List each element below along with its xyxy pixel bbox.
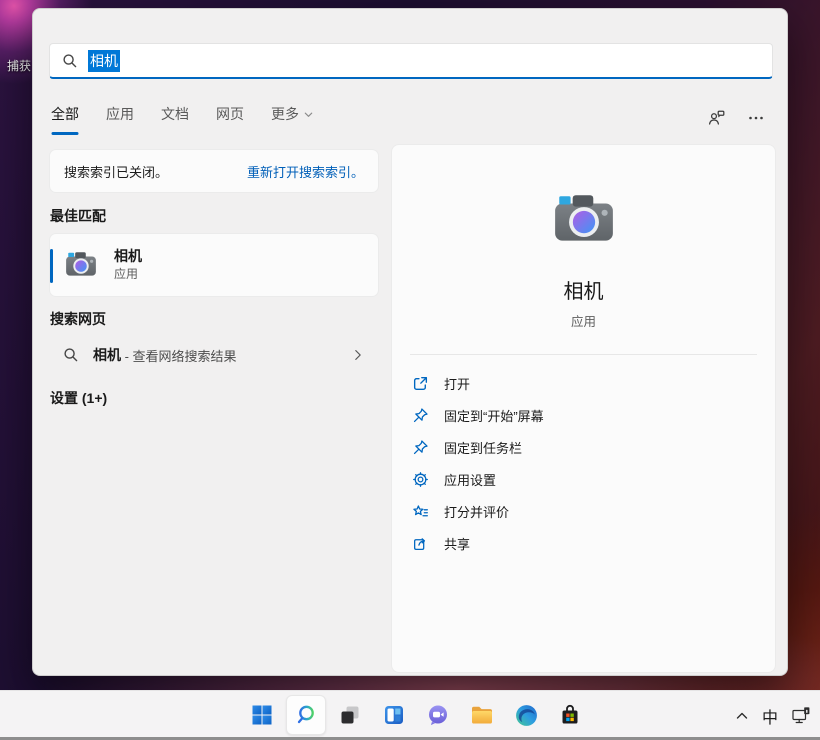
preview-app-title: 相机	[564, 275, 604, 304]
ime-indicator[interactable]: 中	[756, 698, 784, 734]
search-icon	[62, 53, 78, 69]
start-button[interactable]	[242, 695, 282, 735]
action-rate-review[interactable]: 打分并评价	[392, 495, 775, 527]
indexing-notice-banner: 搜索索引已关闭。 重新打开搜索索引。	[49, 149, 379, 193]
search-icon	[63, 347, 79, 363]
widgets-button[interactable]	[374, 695, 414, 735]
best-match-result-camera[interactable]: 相机 应用	[49, 233, 379, 297]
widgets-icon	[382, 703, 406, 727]
panel-header-icons	[703, 106, 769, 130]
preview-divider	[410, 354, 757, 355]
rate-review-icon	[412, 503, 429, 520]
selection-accent-bar	[50, 249, 53, 283]
camera-app-icon	[551, 187, 617, 253]
action-pin-to-start[interactable]: 固定到“开始”屏幕	[392, 399, 775, 431]
network-tray-button[interactable]	[784, 698, 818, 734]
chat-button[interactable]	[418, 695, 458, 735]
search-flyout-panel: 相机 全部 应用 文档 网页 更多	[32, 8, 788, 676]
tray-overflow-button[interactable]	[728, 698, 756, 734]
reenable-indexing-link[interactable]: 重新打开搜索索引。	[247, 162, 364, 181]
task-view-button[interactable]	[330, 695, 370, 735]
tab-all[interactable]: 全部	[51, 104, 79, 128]
best-match-title: 相机	[114, 247, 142, 266]
search-button[interactable]	[286, 695, 326, 735]
edge-button[interactable]	[506, 695, 546, 735]
edge-icon	[514, 703, 539, 728]
search-filter-tabs: 全部 应用 文档 网页 更多	[51, 104, 314, 128]
tab-web[interactable]: 网页	[216, 104, 244, 128]
chat-icon	[426, 703, 450, 727]
pin-icon	[412, 439, 429, 456]
preview-app-subtitle: 应用	[571, 311, 596, 330]
open-icon	[412, 375, 429, 392]
file-explorer-button[interactable]	[462, 695, 502, 735]
screen: 捕获 相机 全部 应用 文档 网页	[0, 0, 820, 740]
search-query-selected-text: 相机	[88, 50, 120, 72]
search-input[interactable]: 相机	[49, 43, 773, 79]
store-icon	[558, 703, 582, 727]
share-icon	[412, 535, 429, 552]
action-app-settings[interactable]: 应用设置	[392, 463, 775, 495]
web-search-query: 相机	[93, 345, 121, 365]
ime-label: 中	[762, 704, 778, 728]
taskbar: 中	[0, 690, 820, 740]
action-open[interactable]: 打开	[392, 367, 775, 399]
camera-app-icon	[64, 248, 98, 282]
web-search-result-row[interactable]: 相机 - 查看网络搜索结果	[49, 333, 379, 377]
user-feedback-icon[interactable]	[703, 106, 729, 130]
store-button[interactable]	[550, 695, 590, 735]
network-icon	[791, 706, 811, 726]
gear-icon	[412, 471, 429, 488]
windows-logo-icon	[250, 703, 274, 727]
chevron-down-icon	[303, 109, 314, 120]
settings-header: 设置 (1+)	[50, 388, 107, 408]
desktop-icon-label[interactable]: 捕获	[7, 57, 31, 74]
preview-action-list: 打开 固定到“开始”屏幕	[392, 367, 775, 559]
search-icon	[294, 703, 318, 727]
web-search-header: 搜索网页	[50, 309, 106, 329]
action-pin-to-taskbar[interactable]: 固定到任务栏	[392, 431, 775, 463]
task-view-icon	[338, 703, 362, 727]
more-options-icon[interactable]	[743, 106, 769, 130]
web-search-suffix: - 查看网络搜索结果	[121, 346, 237, 365]
pin-icon	[412, 407, 429, 424]
tab-documents[interactable]: 文档	[161, 104, 189, 128]
best-match-header: 最佳匹配	[50, 206, 106, 226]
indexing-notice-text: 搜索索引已关闭。	[64, 162, 168, 181]
taskbar-center-buttons	[242, 695, 590, 735]
tab-more[interactable]: 更多	[271, 104, 314, 128]
folder-icon	[469, 702, 495, 728]
best-match-subtitle: 应用	[114, 266, 142, 282]
action-share[interactable]: 共享	[392, 527, 775, 559]
chevron-right-icon	[351, 348, 365, 362]
app-preview-pane: 相机 应用 打开	[391, 144, 776, 673]
taskbar-system-tray: 中	[728, 696, 818, 736]
chevron-up-icon	[734, 708, 750, 724]
tab-apps[interactable]: 应用	[106, 104, 134, 128]
